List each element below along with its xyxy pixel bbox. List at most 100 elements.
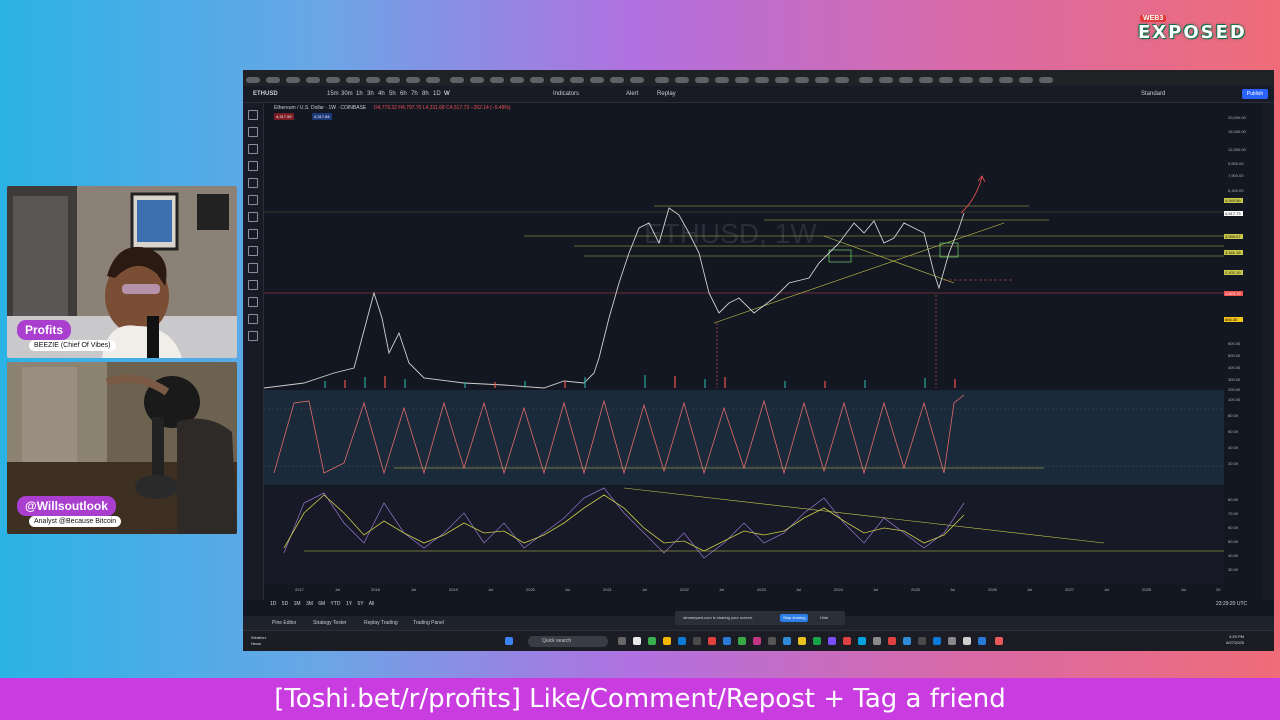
- interval-1h[interactable]: 1h: [356, 86, 363, 102]
- system-clock[interactable]: 4:29 PM 8/27/2025: [1226, 634, 1244, 646]
- folder-icon[interactable]: [663, 637, 671, 645]
- app-icon[interactable]: [813, 637, 821, 645]
- range-all[interactable]: All: [369, 601, 375, 607]
- weather-widget[interactable]: Weather News: [251, 635, 266, 647]
- sell-button[interactable]: 4,317.59: [274, 113, 294, 120]
- windows-taskbar: Weather News Quick search 4:29 PM 8/27/2…: [243, 630, 1274, 651]
- interval-5h[interactable]: 5h: [389, 86, 396, 102]
- osc2-tick: 30.00: [1228, 567, 1239, 572]
- text-icon[interactable]: [248, 212, 258, 222]
- app-icon[interactable]: [693, 637, 701, 645]
- time-axis[interactable]: 2017 Jul 2018 Jul 2019 Jul 2020 Jul 2021…: [264, 584, 1224, 596]
- app-icon[interactable]: [995, 637, 1003, 645]
- right-widget-bar[interactable]: [1262, 103, 1274, 600]
- heart-icon[interactable]: [248, 229, 258, 239]
- axis-label: 9,500.00: [1228, 161, 1244, 166]
- taskview-icon[interactable]: [618, 637, 626, 645]
- app-icon[interactable]: [768, 637, 776, 645]
- tab-replay-trading[interactable]: Replay Trading: [364, 620, 398, 626]
- app-icon[interactable]: [918, 637, 926, 645]
- tab-pine-editor[interactable]: Pine Editor: [272, 620, 296, 626]
- range-1m[interactable]: 1M: [294, 601, 301, 607]
- axis-label: 15,000.00: [1228, 129, 1246, 134]
- app-icon[interactable]: [903, 637, 911, 645]
- app-icon[interactable]: [633, 637, 641, 645]
- interval-8h[interactable]: 8h: [422, 86, 429, 102]
- app-icon[interactable]: [948, 637, 956, 645]
- logo-web3: WEB3: [1140, 15, 1167, 22]
- x-tick: 2020: [526, 587, 535, 592]
- interval-6h[interactable]: 6h: [400, 86, 407, 102]
- app-icon[interactable]: [843, 637, 851, 645]
- interval-3h[interactable]: 3h: [367, 86, 374, 102]
- x-tick: Jul: [1104, 587, 1110, 592]
- forecast-icon[interactable]: [248, 178, 258, 188]
- app-icon[interactable]: [978, 637, 986, 645]
- price-chart[interactable]: ETHUSD, 1W Ethereum / U.S. Dollar · 1W ·…: [263, 103, 1224, 600]
- ruler-icon[interactable]: [248, 246, 258, 256]
- x-tick: Jul: [873, 587, 879, 592]
- app-icon[interactable]: [828, 637, 836, 645]
- stop-sharing-button[interactable]: Stop sharing: [780, 614, 809, 622]
- range-3m[interactable]: 3M: [306, 601, 313, 607]
- range-1d[interactable]: 1D: [270, 601, 276, 607]
- trash-icon[interactable]: [248, 331, 258, 341]
- range-1y[interactable]: 1Y: [346, 601, 352, 607]
- app-icon[interactable]: [873, 637, 881, 645]
- eye-icon[interactable]: [248, 314, 258, 324]
- app-icon[interactable]: [888, 637, 896, 645]
- range-5y[interactable]: 5Y: [357, 601, 363, 607]
- range-6m[interactable]: 6M: [318, 601, 325, 607]
- interval-1d[interactable]: 1D: [433, 86, 441, 102]
- range-5d[interactable]: 5D: [282, 601, 288, 607]
- host2-name-tag: @Willsoutlook: [17, 496, 116, 516]
- publish-button[interactable]: Publish: [1242, 89, 1268, 99]
- range-ytd[interactable]: YTD: [331, 601, 341, 607]
- x-tick: Jul: [719, 587, 725, 592]
- drawing-toolbar[interactable]: [243, 103, 264, 600]
- hide-button[interactable]: Hide: [820, 611, 828, 625]
- taskbar-search[interactable]: Quick search: [528, 636, 608, 647]
- app-icon[interactable]: [648, 637, 656, 645]
- lock-icon[interactable]: [248, 297, 258, 307]
- app-icon[interactable]: [798, 637, 806, 645]
- interval-4h[interactable]: 4h: [378, 86, 385, 102]
- axis-label: 6,300.00: [1228, 188, 1244, 193]
- app-icon[interactable]: [708, 637, 716, 645]
- osc2-tick: 70.00: [1228, 511, 1239, 516]
- magnet-icon[interactable]: [248, 280, 258, 290]
- pattern-icon[interactable]: [248, 161, 258, 171]
- buy-button[interactable]: 4,317.84: [312, 113, 332, 120]
- trendline-icon[interactable]: [248, 127, 258, 137]
- symbol-search[interactable]: ETHUSD: [253, 86, 278, 102]
- app-icon[interactable]: [753, 637, 761, 645]
- cursor-icon[interactable]: [248, 110, 258, 120]
- indicators-button[interactable]: Indicators: [553, 86, 579, 102]
- replay-button[interactable]: Replay: [657, 86, 676, 102]
- alert-button[interactable]: Alert: [626, 86, 638, 102]
- start-icon[interactable]: [505, 637, 513, 645]
- app-icon[interactable]: [858, 637, 866, 645]
- layout-name[interactable]: Standard: [1141, 86, 1165, 102]
- app-icon[interactable]: [963, 637, 971, 645]
- price-tag: 856.35: [1224, 317, 1243, 322]
- interval-7h[interactable]: 7h: [411, 86, 418, 102]
- x-tick: 2027: [1065, 587, 1074, 592]
- app-icon[interactable]: [783, 637, 791, 645]
- interval-30m[interactable]: 30m: [341, 86, 353, 102]
- tab-strategy-tester[interactable]: Strategy Tester: [313, 620, 347, 626]
- zoom-icon[interactable]: [248, 263, 258, 273]
- edge-icon[interactable]: [678, 637, 686, 645]
- browser-tab-strip[interactable]: [243, 70, 1274, 86]
- fib-icon[interactable]: [248, 144, 258, 154]
- brush-icon[interactable]: [248, 195, 258, 205]
- interval-week[interactable]: W: [444, 86, 450, 102]
- app-icon[interactable]: [933, 637, 941, 645]
- app-icon[interactable]: [723, 637, 731, 645]
- chart-canvas: ETHUSD, 1W: [263, 103, 1224, 583]
- tab-trading-panel[interactable]: Trading Panel: [413, 620, 444, 626]
- app-icon[interactable]: [738, 637, 746, 645]
- interval-15m[interactable]: 15m: [327, 86, 339, 102]
- utc-clock[interactable]: 23:29:20 UTC: [1216, 601, 1247, 607]
- price-axis[interactable]: 20,000.00 15,000.00 12,000.00 9,500.00 7…: [1224, 103, 1262, 583]
